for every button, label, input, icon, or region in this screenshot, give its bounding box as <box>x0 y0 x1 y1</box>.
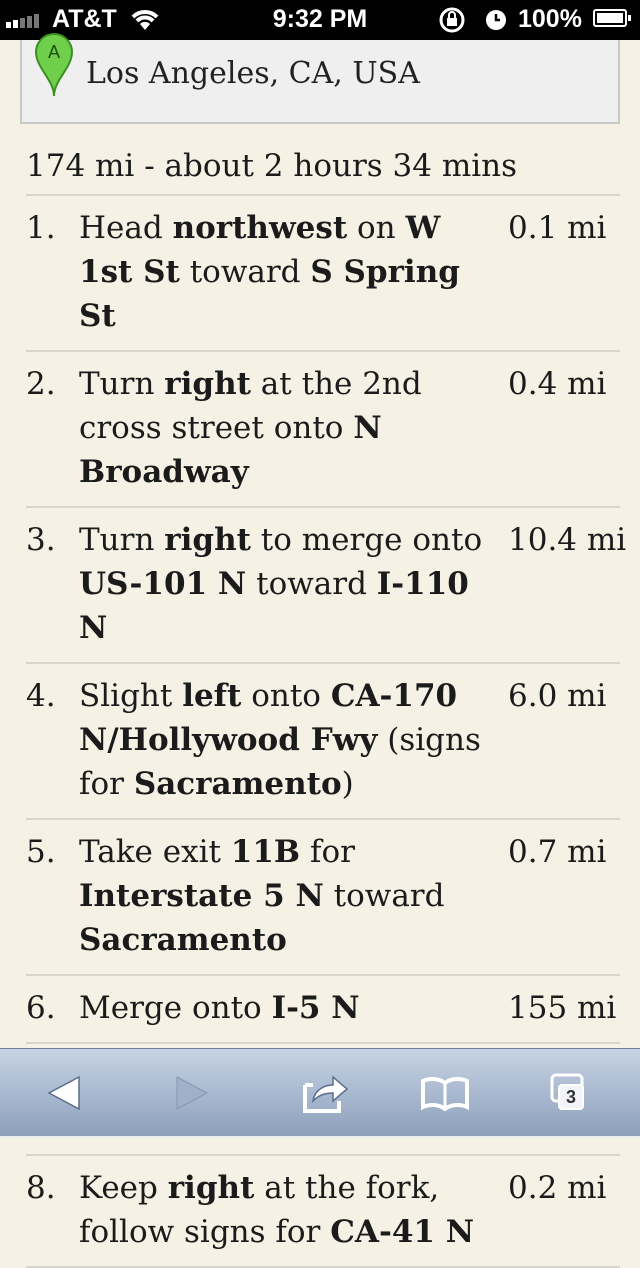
forward-arrow-icon <box>176 1076 209 1110</box>
start-location-box: A Los Angeles, CA, USA <box>20 33 620 124</box>
instruction-emphasis: Sacramento <box>133 766 342 802</box>
step-number: 8. <box>26 1170 56 1206</box>
back-arrow-icon <box>47 1075 80 1111</box>
instruction-text: toward <box>246 566 377 602</box>
instruction-emphasis: Interstate 5 N <box>79 878 324 914</box>
step-number: 1. <box>26 210 56 246</box>
alarm-icon <box>484 8 508 39</box>
direction-step: 4. Slight left onto CA-170 N/Hollywood Fw… <box>26 664 620 820</box>
step-number: 6. <box>26 990 56 1026</box>
instruction-emphasis: 11B <box>230 834 301 870</box>
step-number: 4. <box>26 678 56 714</box>
step-distance: 0.4 mi <box>508 366 607 402</box>
browser-toolbar: 3 <box>0 1048 640 1137</box>
instruction-text: toward <box>179 254 311 290</box>
instruction-emphasis: right <box>167 1170 255 1206</box>
instruction-emphasis: CA-41 N <box>330 1214 475 1250</box>
direction-step: 6. Merge onto I-5 N 155 mi <box>26 976 620 1044</box>
instruction-text: on <box>347 210 406 246</box>
step-distance: 10.4 mi <box>508 522 627 558</box>
forward-button[interactable] <box>156 1049 226 1137</box>
tabs-button[interactable]: 3 <box>536 1049 616 1137</box>
direction-step: 3. Turn right to merge onto US-101 N towa… <box>26 508 626 664</box>
step-number: 5. <box>26 834 56 870</box>
instruction-text: for <box>300 834 355 870</box>
instruction-text: to merge onto <box>250 522 483 558</box>
tab-count-badge: 3 <box>558 1084 584 1110</box>
rotation-lock-icon <box>437 6 467 41</box>
share-button[interactable] <box>290 1049 360 1137</box>
battery-percentage: 100% <box>518 5 582 33</box>
back-button[interactable] <box>30 1049 100 1137</box>
bookmarks-button[interactable] <box>410 1049 480 1137</box>
instruction-text: toward <box>323 878 445 914</box>
instruction-text: Slight <box>79 678 183 714</box>
status-bar: AT&T 9:32 PM 100% <box>0 0 640 40</box>
step-distance: 0.7 mi <box>508 834 607 870</box>
instruction-emphasis: Sacramento <box>79 922 287 958</box>
step-instruction: Turn right at the 2nd cross street onto … <box>79 352 499 506</box>
direction-step: 5. Take exit 11B for Interstate 5 N towar… <box>26 820 620 976</box>
instruction-text: Keep <box>79 1170 168 1206</box>
step-distance: 6.0 mi <box>508 678 607 714</box>
step-instruction: Merge onto I-5 N <box>79 976 499 1042</box>
step-instruction: Keep right at the fork, follow signs for… <box>79 1156 499 1266</box>
start-location-text: Los Angeles, CA, USA <box>86 56 420 91</box>
instruction-text: Take exit <box>79 834 231 870</box>
step-number: 2. <box>26 366 56 402</box>
step-instruction: Take exit 11B for Interstate 5 N toward … <box>79 820 499 974</box>
instruction-emphasis: right <box>164 366 251 402</box>
instruction-emphasis: right <box>164 522 251 558</box>
battery-icon <box>593 9 631 27</box>
route-summary: 174 mi - about 2 hours 34 mins <box>26 148 518 184</box>
instruction-text: Turn <box>79 366 165 402</box>
instruction-text: onto <box>241 678 331 714</box>
step-instruction: Head northwest on W 1st St toward S Spri… <box>79 196 499 350</box>
bookmarks-icon <box>421 1076 469 1111</box>
map-marker-icon: A <box>32 32 76 102</box>
direction-step: 8. Keep right at the fork, follow signs f… <box>26 1156 620 1268</box>
instruction-text: ) <box>341 766 354 802</box>
step-distance: 155 mi <box>508 990 617 1026</box>
instruction-text: Head <box>79 210 173 246</box>
instruction-emphasis: left <box>182 678 242 714</box>
direction-step: 2. Turn right at the 2nd cross street ont… <box>26 352 620 508</box>
step-distance: 0.2 mi <box>508 1170 607 1206</box>
marker-label: A <box>48 42 60 62</box>
instruction-text: Turn <box>79 522 165 558</box>
direction-step: 1. Head northwest on W 1st St toward S Sp… <box>26 196 620 352</box>
instruction-emphasis: US-101 N <box>79 566 247 602</box>
step-distance: 0.1 mi <box>508 210 607 246</box>
step-instruction: Slight left onto CA-170 N/Hollywood Fwy … <box>79 664 499 818</box>
instruction-text: Merge onto <box>79 990 272 1026</box>
instruction-emphasis: northwest <box>172 210 348 246</box>
step-instruction: Turn right to merge onto US-101 N toward… <box>79 508 499 662</box>
share-icon <box>303 1075 349 1113</box>
instruction-emphasis: I-5 N <box>271 990 360 1026</box>
step-number: 3. <box>26 522 56 558</box>
